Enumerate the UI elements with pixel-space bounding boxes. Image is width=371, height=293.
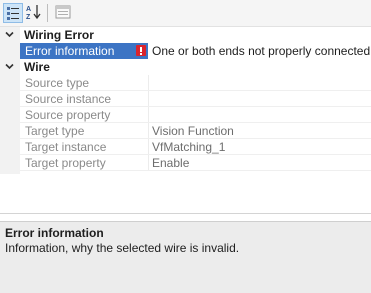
- property-row-source-instance[interactable]: Source instance: [0, 91, 371, 107]
- property-row-error-information[interactable]: Error information One or both ends not p…: [0, 43, 371, 59]
- category-label: Wire: [24, 60, 50, 74]
- alphabetical-sort-icon: A Z: [26, 5, 41, 21]
- property-row-source-property[interactable]: Source property: [0, 107, 371, 123]
- property-name: Source type: [25, 76, 90, 90]
- property-value[interactable]: VfMatching_1: [152, 140, 225, 154]
- property-row-target-property[interactable]: Target property Enable: [0, 155, 371, 171]
- column-divider: [148, 123, 149, 139]
- column-divider: [148, 75, 149, 91]
- property-pages-icon: [55, 5, 71, 19]
- column-divider: [148, 139, 149, 155]
- column-divider: [148, 155, 149, 171]
- property-name: Target property: [25, 156, 106, 170]
- chevron-down-icon[interactable]: [5, 30, 14, 39]
- category-wire[interactable]: Wire: [0, 59, 371, 75]
- column-divider: [148, 107, 149, 123]
- property-value[interactable]: Vision Function: [152, 124, 234, 138]
- chevron-down-icon[interactable]: [5, 62, 14, 71]
- property-name: Source instance: [25, 92, 112, 106]
- property-name: Source property: [25, 108, 111, 122]
- property-value[interactable]: One or both ends not properly connected.: [152, 44, 371, 58]
- property-grid: Wiring Error Error information One or bo…: [0, 27, 371, 214]
- categorized-view-icon: [7, 7, 19, 20]
- help-title: Error information: [5, 226, 104, 240]
- alphabetical-sort-button[interactable]: A Z: [25, 3, 45, 23]
- property-value[interactable]: Enable: [152, 156, 189, 170]
- property-row-target-type[interactable]: Target type Vision Function: [0, 123, 371, 139]
- property-name: Error information: [25, 44, 115, 58]
- svg-text:A: A: [26, 6, 31, 13]
- column-divider: [148, 91, 149, 107]
- property-row-source-type[interactable]: Source type: [0, 75, 371, 91]
- categorized-view-button[interactable]: [3, 3, 23, 23]
- row-divider: [20, 170, 371, 171]
- svg-text:Z: Z: [26, 14, 31, 21]
- help-description: Information, why the selected wire is in…: [5, 241, 240, 255]
- help-panel: Error information Information, why the s…: [0, 221, 371, 293]
- category-wiring-error[interactable]: Wiring Error: [0, 27, 371, 43]
- toolbar-separator: [47, 4, 48, 22]
- property-name: Target type: [25, 124, 85, 138]
- property-pages-button[interactable]: [54, 3, 74, 23]
- category-label: Wiring Error: [24, 28, 94, 42]
- error-icon: [136, 45, 146, 56]
- property-name: Target instance: [25, 140, 107, 154]
- property-grid-toolbar: A Z: [0, 0, 371, 27]
- property-row-target-instance[interactable]: Target instance VfMatching_1: [0, 139, 371, 155]
